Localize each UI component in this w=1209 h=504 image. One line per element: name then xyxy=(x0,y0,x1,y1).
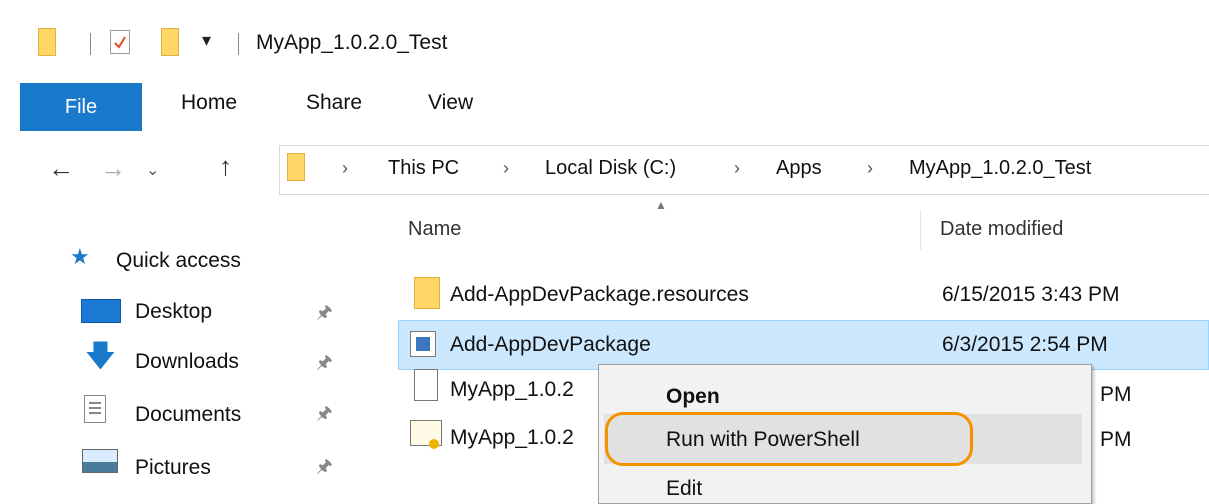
breadcrumb-chevron-icon[interactable]: › xyxy=(503,158,509,179)
star-icon: ★ xyxy=(70,244,90,269)
toolbar-separator xyxy=(90,33,91,55)
tab-file[interactable]: File xyxy=(20,83,142,131)
tab-share[interactable]: Share xyxy=(306,91,362,115)
column-divider[interactable] xyxy=(920,210,921,250)
sidebar-item-downloads[interactable]: Downloads xyxy=(135,350,239,374)
forward-arrow-icon[interactable]: → xyxy=(100,153,126,184)
file-name[interactable]: MyApp_1.0.2 xyxy=(450,378,574,402)
address-folder-icon xyxy=(287,153,305,181)
menu-item-edit[interactable]: Edit xyxy=(666,477,702,501)
pin-icon[interactable]: 🖈 xyxy=(316,401,333,431)
pin-icon[interactable]: 🖈 xyxy=(316,300,333,330)
customize-dropdown-icon[interactable]: ▾ xyxy=(202,30,211,51)
file-date: 6/15/2015 3:43 PM xyxy=(942,283,1120,306)
pictures-icon xyxy=(82,449,118,473)
tab-home[interactable]: Home xyxy=(181,91,237,115)
documents-icon xyxy=(84,395,106,423)
toolbar-separator xyxy=(238,33,239,55)
file-date: 6/3/2015 2:54 PM xyxy=(942,333,1108,356)
sidebar-item-desktop[interactable]: Desktop xyxy=(135,300,212,324)
powershell-script-icon xyxy=(410,331,436,357)
column-header-name[interactable]: Name xyxy=(408,218,461,241)
breadcrumb-chevron-icon[interactable]: › xyxy=(734,158,740,179)
sort-up-icon: ▲ xyxy=(655,198,667,212)
breadcrumb-myapp-folder[interactable]: MyApp_1.0.2.0_Test xyxy=(909,157,1091,180)
sidebar-item-pictures[interactable]: Pictures xyxy=(135,456,211,480)
file-date: PM xyxy=(1100,383,1132,406)
new-folder-icon[interactable] xyxy=(161,28,179,56)
highlight-ring xyxy=(605,412,973,466)
breadcrumb-apps[interactable]: Apps xyxy=(776,157,822,180)
breadcrumb-this-pc[interactable]: This PC xyxy=(388,157,459,180)
up-arrow-icon[interactable]: ↑ xyxy=(219,151,232,182)
tab-view[interactable]: View xyxy=(428,91,473,115)
back-arrow-icon[interactable]: ← xyxy=(48,153,74,184)
file-name[interactable]: Add-AppDevPackage.resources xyxy=(450,283,749,307)
breadcrumb-chevron-icon[interactable]: › xyxy=(867,158,873,179)
column-header-date-modified[interactable]: Date modified xyxy=(940,218,1063,241)
properties-check-icon[interactable] xyxy=(110,30,130,54)
pin-icon[interactable]: 🖈 xyxy=(316,454,333,484)
file-name[interactable]: Add-AppDevPackage xyxy=(450,333,651,357)
menu-item-open[interactable]: Open xyxy=(666,385,720,409)
folder-icon xyxy=(414,277,440,309)
breadcrumb-local-disk[interactable]: Local Disk (C:) xyxy=(545,157,676,180)
file-date: PM xyxy=(1100,428,1132,451)
recent-locations-chevron-icon[interactable]: ⌄ xyxy=(146,160,159,180)
window-title: MyApp_1.0.2.0_Test xyxy=(256,31,448,54)
file-name[interactable]: MyApp_1.0.2 xyxy=(450,426,574,450)
breadcrumb-chevron-icon[interactable]: › xyxy=(342,158,348,179)
sidebar-item-quick-access[interactable]: Quick access xyxy=(116,249,241,273)
download-arrow-icon: 🡇 xyxy=(85,340,116,373)
folder-icon[interactable] xyxy=(38,28,56,56)
sidebar-item-documents[interactable]: Documents xyxy=(135,403,241,427)
blank-file-icon xyxy=(414,369,438,401)
pin-icon[interactable]: 🖈 xyxy=(316,350,333,380)
desktop-icon xyxy=(81,299,121,323)
certificate-icon xyxy=(410,420,442,449)
